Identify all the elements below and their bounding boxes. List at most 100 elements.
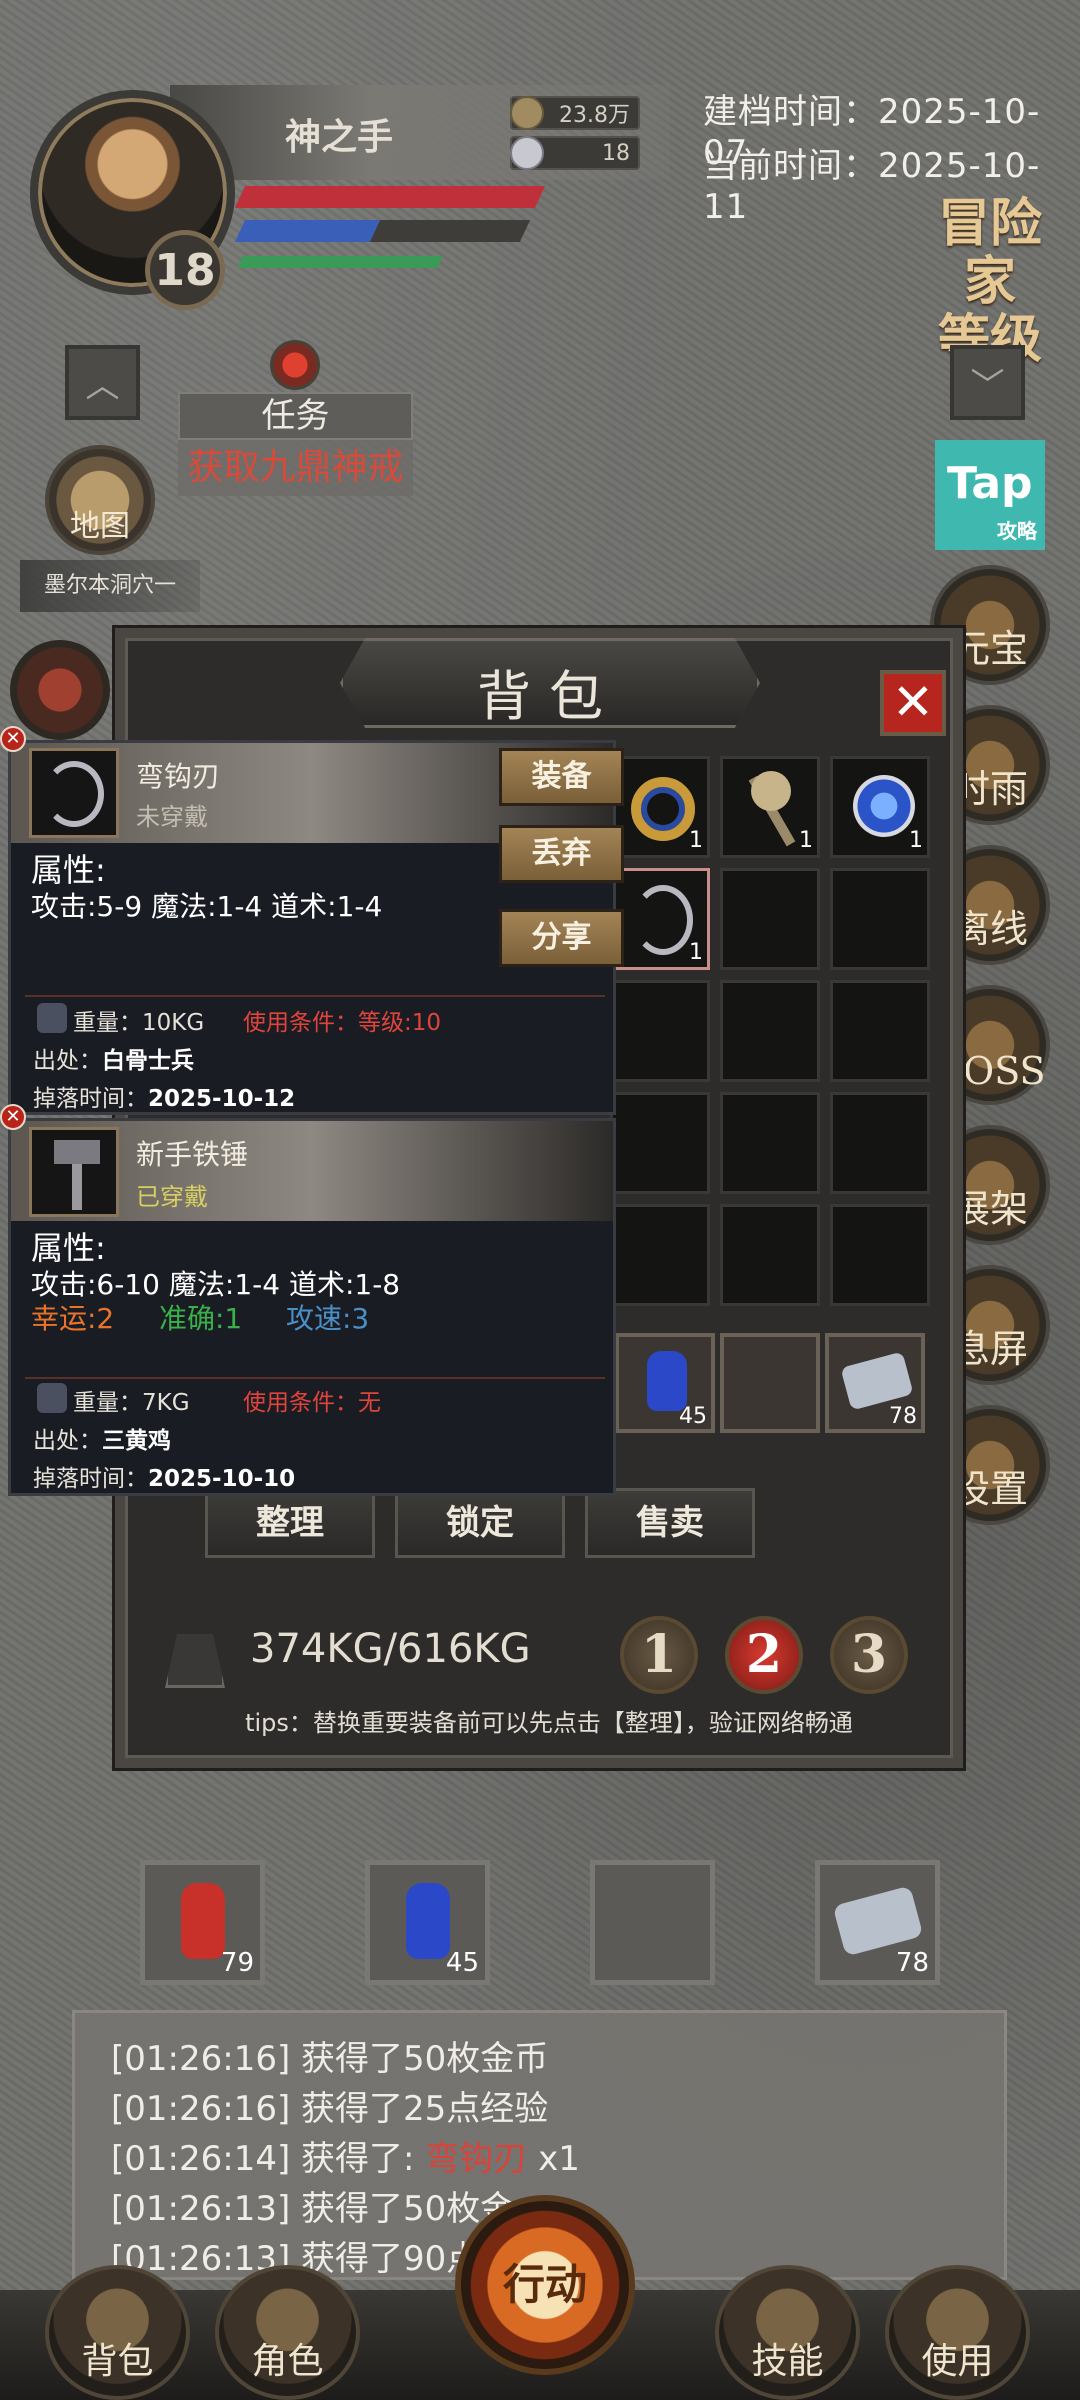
item-attributes: 攻击:5-9 魔法:1-4 道术:1-4 [31,890,383,923]
ingot-icon [510,136,544,170]
item-equip-status: 未穿戴 [136,803,208,831]
discard-button[interactable]: 丢弃 [499,825,624,883]
gold-value: 23.8万 [559,103,630,128]
quest-title[interactable]: 任务 [178,392,413,440]
ingot-counter: 18 [510,136,640,170]
nav-role-button[interactable]: 角色 [215,2265,360,2400]
bag-slot-orb[interactable]: 1 [830,756,930,858]
hp-bar [234,186,546,208]
adventurer-level-button[interactable]: 冒险家 等级 [915,195,1065,369]
left-boss-icon[interactable] [10,640,110,740]
bag-slot-empty[interactable] [720,868,820,970]
close-tooltip-1-icon[interactable]: ✕ [0,726,26,752]
tap-guide-button[interactable]: Tap 攻略 [935,440,1045,550]
hook-blade-image [29,748,119,838]
divider [25,1377,605,1379]
item-tooltip-iron-hammer: 新手铁锤 已穿戴 属性: 攻击:6-10 魔法:1-4 道术:1-8 幸运:2 … [8,1118,616,1496]
item-source: 三黄鸡 [102,1428,171,1454]
share-button[interactable]: 分享 [499,909,624,967]
bag-page-3[interactable]: 3 [830,1616,908,1694]
bag-close-button[interactable]: ✕ [880,670,946,736]
bag-slot-axe[interactable]: 1 [720,756,820,858]
item-source: 白骨士兵 [102,1048,194,1074]
nav-bag-button[interactable]: 背包 [45,2265,190,2400]
ingot-value: 18 [602,140,630,166]
bag-slot-empty[interactable] [610,1092,710,1194]
item-requirement: 使用条件：等级:10 [243,1010,442,1036]
weight-icon [37,1003,67,1033]
bag-slot-empty[interactable] [720,1092,820,1194]
bag-slot-empty[interactable] [830,868,930,970]
hotbar-scroll[interactable]: 78 [815,1860,940,1985]
item-requirement: 使用条件：无 [243,1390,381,1416]
bag-slot-ring[interactable]: 1 [610,756,710,858]
log-line: [01:26:16] 获得了50枚金币 [111,2039,549,2079]
bag-slot-empty[interactable] [830,1092,930,1194]
expand-down-button[interactable]: ﹀ [950,345,1025,420]
bag-quick-slot-scroll[interactable]: 78 [825,1333,925,1433]
equip-button[interactable]: 装备 [499,748,624,806]
bag-page-2[interactable]: 2 [725,1616,803,1694]
nav-skill-button[interactable]: 技能 [715,2265,860,2400]
hotbar-red-potion[interactable]: 79 [140,1860,265,1985]
quest-gem-icon [270,340,320,390]
bag-quick-slot-empty[interactable] [720,1333,820,1433]
hotbar-empty[interactable] [590,1860,715,1985]
item-name: 新手铁锤 [136,1138,249,1171]
bag-weight: 374KG/616KG [250,1626,531,1672]
bag-slot-empty[interactable] [610,980,710,1082]
bag-slot-empty[interactable] [830,1204,930,1306]
mp-bar-empty [369,220,531,242]
hook-blade-icon [633,885,693,955]
scroll-icon [840,1351,914,1411]
item-drop-time: 2025-10-10 [148,1466,296,1492]
blue-potion-icon [406,1883,450,1959]
player-name: 神之手 [285,117,394,158]
sell-button[interactable]: 售卖 [585,1488,755,1558]
current-location: 墨尔本洞穴一 [20,560,200,612]
item-weight: 7KG [142,1390,190,1416]
collapse-up-button[interactable]: ︿ [65,345,140,420]
exp-bar [237,256,443,268]
tap-logo: Tap [947,458,1033,509]
item-equip-status: 已穿戴 [136,1183,208,1211]
bag-page-1[interactable]: 1 [620,1616,698,1694]
item-attack-speed: 攻速:3 [286,1302,370,1335]
item-name: 弯钩刃 [136,760,221,793]
bag-slot-empty[interactable] [720,1204,820,1306]
orb-icon [853,775,915,837]
red-potion-icon [181,1883,225,1959]
weight-icon [165,1634,225,1688]
bag-slot-hook-blade[interactable]: 1 [610,868,710,970]
bag-tips: tips：替换重要装备前可以先点击【整理】，验证网络畅通 [245,1709,853,1737]
map-button-label: 地图 [70,509,130,544]
weight-icon [37,1383,67,1413]
bag-slot-empty[interactable] [610,1204,710,1306]
item-accuracy: 准确:1 [159,1302,243,1335]
scroll-icon [832,1885,924,1957]
tap-sub-label: 攻略 [997,519,1037,543]
adventurer-level-line1: 冒险家 [937,193,1042,312]
mp-bar [234,220,381,242]
coin-icon [510,96,544,130]
close-icon: ✕ [892,673,934,731]
item-drop-time: 2025-10-12 [148,1086,296,1112]
lock-button[interactable]: 锁定 [395,1488,565,1558]
map-button[interactable]: 地图 [45,445,155,555]
nav-use-button[interactable]: 使用 [885,2265,1030,2400]
action-button[interactable]: 行动 [455,2195,635,2375]
sort-button[interactable]: 整理 [205,1488,375,1558]
log-line: [01:26:13] 获得了50枚金 [111,2189,515,2229]
log-item-name: 弯钩刃 [425,2139,528,2179]
close-tooltip-2-icon[interactable]: ✕ [0,1104,26,1130]
bag-slot-empty[interactable] [720,980,820,1082]
bag-quick-slot-blue-potion[interactable]: 45 [615,1333,715,1433]
quest-text[interactable]: 获取九鼎神戒 [178,440,413,496]
log-line: [01:26:16] 获得了25点经验 [111,2089,549,2129]
bag-slot-empty[interactable] [830,980,930,1082]
player-level-badge: 18 [145,230,225,310]
blue-potion-icon [647,1351,687,1411]
log-line: [01:26:14] 获得了: 弯钩刃 x1 [111,2139,580,2179]
item-weight: 10KG [142,1010,205,1036]
hotbar-blue-potion[interactable]: 45 [365,1860,490,1985]
